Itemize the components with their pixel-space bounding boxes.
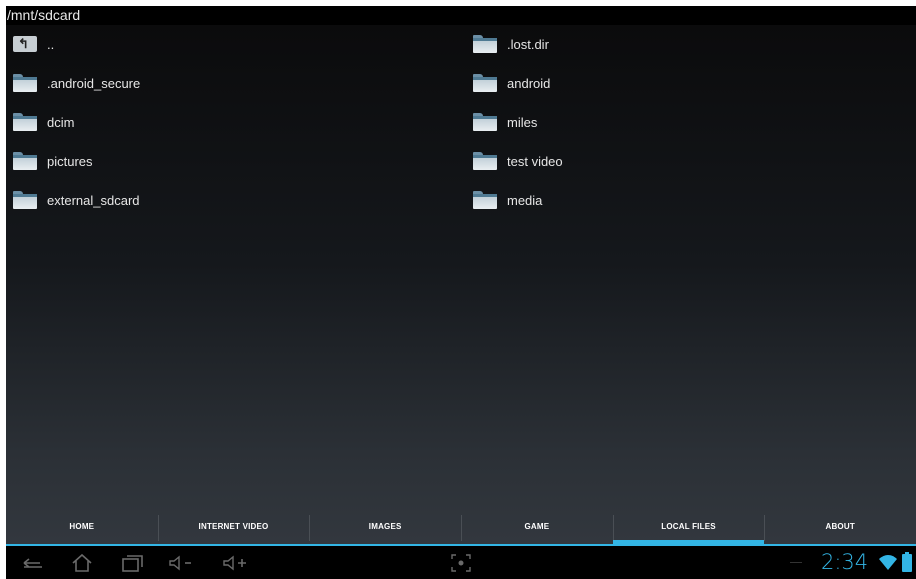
up-folder-icon: ↰ <box>13 35 37 53</box>
file-item-label: external_sdcard <box>47 192 140 208</box>
file-item-label: .. <box>47 36 55 52</box>
back-icon[interactable] <box>20 552 48 574</box>
file-item-label: miles <box>507 114 538 130</box>
file-item-label: .android_secure <box>47 75 141 91</box>
folder-icon <box>473 35 497 53</box>
wifi-icon <box>878 554 898 572</box>
system-bar: 2:34 <box>6 546 916 579</box>
clock[interactable]: 2:34 <box>821 550 868 574</box>
file-item[interactable]: pictures <box>6 143 466 179</box>
file-item-label: pictures <box>47 153 93 169</box>
file-item-label: android <box>507 75 551 91</box>
file-item-label: test video <box>507 153 563 169</box>
battery-icon <box>902 552 912 572</box>
tab-images[interactable]: IMAGES <box>309 511 461 544</box>
file-item-label: media <box>507 192 543 208</box>
file-item-label: dcim <box>47 114 75 130</box>
file-item[interactable]: media <box>466 182 916 218</box>
file-item[interactable]: test video <box>466 143 916 179</box>
folder-icon <box>473 152 497 170</box>
tab-home[interactable]: HOME <box>6 511 158 544</box>
tab-local-files[interactable]: LOCAL FILES <box>612 511 765 544</box>
folder-icon <box>13 191 37 209</box>
volume-down-icon[interactable] <box>166 552 196 574</box>
folder-icon <box>13 74 37 92</box>
file-item[interactable]: dcim <box>6 104 466 140</box>
screenshot-icon[interactable] <box>446 552 476 574</box>
folder-icon <box>473 113 497 131</box>
notification-divider <box>790 562 802 563</box>
file-item[interactable]: miles <box>466 104 916 140</box>
file-item[interactable]: .android_secure <box>6 65 466 101</box>
tab-game[interactable]: GAME <box>461 511 613 544</box>
volume-up-icon[interactable] <box>220 552 250 574</box>
file-browser-screen: /mnt/sdcard ↰ .. .android_secure dcim pi… <box>6 6 916 579</box>
file-item-label: .lost.dir <box>507 36 549 52</box>
folder-icon <box>473 74 497 92</box>
recent-apps-icon[interactable] <box>118 552 146 574</box>
file-item-parent[interactable]: ↰ .. <box>6 26 466 62</box>
tab-about[interactable]: ABOUT <box>764 511 916 544</box>
folder-icon <box>13 152 37 170</box>
bottom-tab-bar: HOME INTERNET VIDEO IMAGES GAME LOCAL FI… <box>6 511 916 544</box>
home-icon[interactable] <box>68 552 96 574</box>
file-item[interactable]: external_sdcard <box>6 182 466 218</box>
folder-icon <box>13 113 37 131</box>
file-item[interactable]: android <box>466 65 916 101</box>
tab-internet-video[interactable]: INTERNET VIDEO <box>157 511 310 544</box>
folder-icon <box>473 191 497 209</box>
current-path: /mnt/sdcard <box>6 6 916 25</box>
file-item[interactable]: .lost.dir <box>466 26 916 62</box>
